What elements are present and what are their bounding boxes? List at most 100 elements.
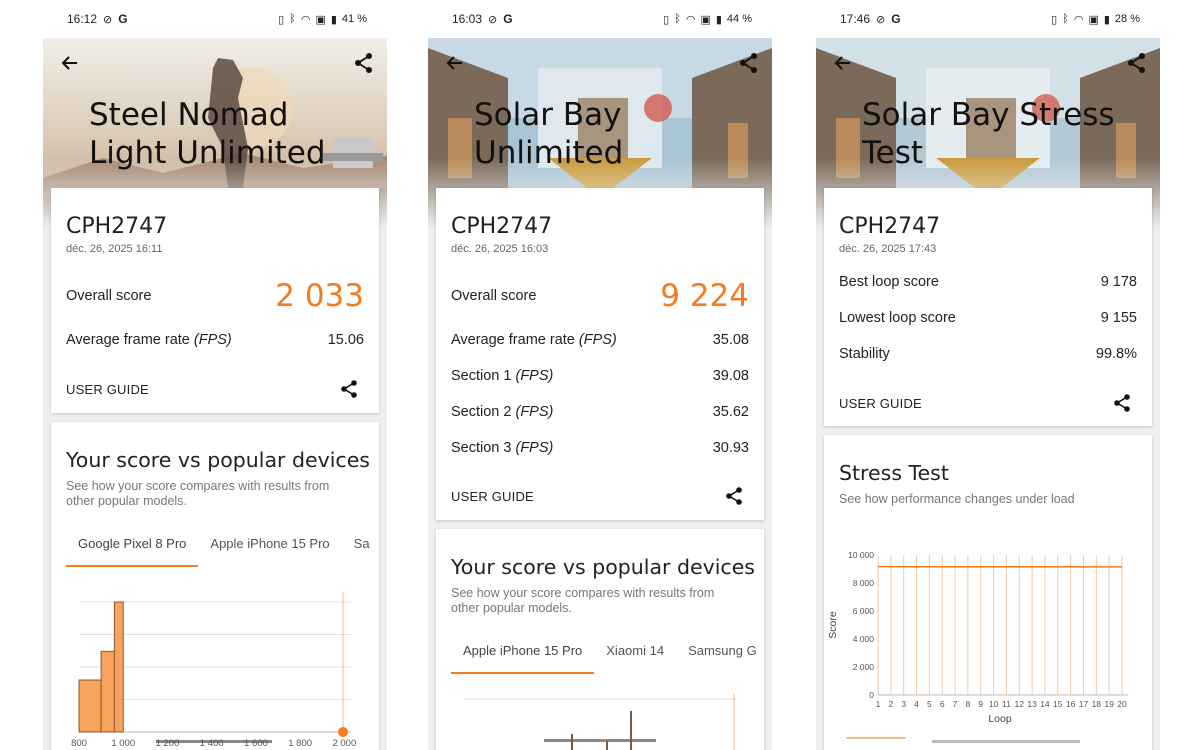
x-tick-label: 15	[1053, 699, 1063, 709]
bluetooth-icon: ᛒ	[289, 13, 296, 25]
stability-label: Stability	[839, 346, 890, 362]
tab-samsung[interactable]: Sa	[342, 536, 379, 567]
share-icon[interactable]	[339, 379, 359, 399]
battery-level: 28 %	[1114, 13, 1140, 25]
section-2-value: 35.62	[712, 404, 749, 420]
best-loop-row: Best loop score 9 178	[839, 274, 1137, 290]
bluetooth-icon: ᛒ	[1062, 13, 1069, 25]
y-tick-label: 10 000	[848, 550, 874, 560]
tab-samsung[interactable]: Samsung G	[676, 643, 764, 674]
x-tick-label: 17	[1079, 699, 1089, 709]
y-tick-label: 8 000	[853, 578, 875, 588]
tab-apple-iphone-15-pro[interactable]: Apple iPhone 15 Pro	[198, 536, 341, 567]
x-tick-label: 10	[989, 699, 999, 709]
sim-icon: ▣	[700, 13, 711, 26]
user-guide-link[interactable]: USER GUIDE	[66, 382, 149, 397]
fps-value: 15.06	[327, 332, 364, 348]
overall-score-label: Overall score	[451, 288, 537, 304]
wifi-icon: ◠	[685, 13, 696, 26]
x-tick-label: 1 200	[156, 738, 180, 749]
section-1-value: 39.08	[712, 368, 749, 384]
x-tick-label: 3	[901, 699, 906, 709]
section-2-label: Section 2	[451, 404, 512, 420]
battery-icon: ▮	[330, 13, 337, 26]
result-card: CPH2747 déc. 26, 2025 17:43 Best loop sc…	[824, 188, 1152, 426]
status-bar: 16:03 ⊘ G ▯ ᛒ ◠ ▣ ▮ 44 %	[428, 0, 772, 38]
stress-chart: 1 2 3 4 5 6 7 8 9 10 11 12 13 14 15 16 17 18 19 2002 0004 0…	[827, 550, 1128, 725]
tab-apple-iphone-15-pro[interactable]: Apple iPhone 15 Pro	[451, 643, 595, 674]
share-icon[interactable]	[724, 486, 744, 506]
lowest-loop-row: Lowest loop score 9 155	[839, 310, 1137, 326]
y-tick-label: 4 000	[853, 634, 875, 644]
section-2-unit: (FPS)	[515, 404, 554, 420]
y-tick-label: 2 000	[853, 662, 875, 672]
result-card: CPH2747 déc. 26, 2025 16:03 Overall scor…	[436, 188, 764, 520]
back-arrow-icon[interactable]	[59, 52, 81, 74]
google-icon: G	[503, 12, 513, 26]
lowest-loop-value: 9 155	[1100, 310, 1137, 326]
device-tabs: Apple iPhone 15 Pro Xiaomi 14 Samsung G	[451, 643, 764, 674]
your-score-marker	[338, 727, 348, 737]
x-tick-label: 7	[953, 699, 958, 709]
x-tick-label: 19	[1104, 699, 1114, 709]
device-bar	[571, 734, 573, 750]
compare-title: Your score vs popular devices	[66, 448, 370, 472]
share-icon[interactable]	[738, 52, 760, 74]
benchmark-title: Solar Bay Unlimited	[474, 97, 624, 171]
histogram-bar	[100, 650, 115, 733]
vibrate-icon: ▯	[663, 13, 670, 26]
x-tick-label: 800	[71, 738, 87, 749]
x-tick-label: 16	[1066, 699, 1076, 709]
section-3-value: 30.93	[712, 440, 749, 456]
share-icon[interactable]	[353, 52, 375, 74]
result-date: déc. 26, 2025 16:03	[451, 243, 549, 255]
share-icon[interactable]	[1126, 52, 1148, 74]
loop-chip	[846, 737, 906, 750]
phone-screen-solar-bay-stress: 17:46 ⊘ G ▯ ᛒ ◠ ▣ ▮ 28 % Solar Bay Stres…	[816, 0, 1160, 750]
device-name: CPH2747	[839, 214, 941, 239]
status-bar: 16:12 ⊘ G ▯ ᛒ ◠ ▣ ▮ 41 %	[43, 0, 387, 38]
check-circle-icon: ⊘	[876, 13, 886, 26]
user-guide-link[interactable]: USER GUIDE	[451, 489, 534, 504]
best-loop-label: Best loop score	[839, 274, 939, 290]
y-axis-label: Score	[827, 611, 839, 639]
vibrate-icon: ▯	[278, 13, 285, 26]
fps-row: Average frame rate (FPS) 35.08	[451, 332, 749, 348]
bluetooth-icon: ᛒ	[674, 13, 681, 25]
section-3-unit: (FPS)	[515, 440, 554, 456]
benchmark-title: Steel Nomad Light Unlimited	[89, 97, 326, 171]
fps-label: Average frame rate	[66, 332, 190, 348]
tab-google-pixel-8-pro[interactable]: Google Pixel 8 Pro	[66, 536, 199, 567]
histogram-bar	[78, 679, 102, 733]
back-arrow-icon[interactable]	[444, 52, 466, 74]
phone-screen-steel-nomad: 16:12 ⊘ G ▯ ᛒ ◠ ▣ ▮ 41 % Steel Nomad Lig…	[43, 0, 387, 750]
section-1-unit: (FPS)	[515, 368, 554, 384]
fps-unit: (FPS)	[578, 332, 617, 348]
back-arrow-icon[interactable]	[832, 52, 854, 74]
compare-subtitle: See how your score compares with results…	[66, 479, 330, 508]
x-tick-label: 12	[1015, 699, 1025, 709]
google-icon: G	[891, 12, 901, 26]
x-tick-label: 8	[966, 699, 971, 709]
x-tick-label: 4	[914, 699, 919, 709]
result-date: déc. 26, 2025 16:11	[66, 243, 163, 255]
benchmark-title: Solar Bay Stress Test	[862, 97, 1115, 171]
x-tick-label: 2	[888, 699, 893, 709]
sim-icon: ▣	[315, 13, 326, 26]
y-tick-label: 6 000	[853, 606, 875, 616]
wifi-icon: ◠	[1073, 13, 1084, 26]
share-icon[interactable]	[1112, 393, 1132, 413]
fps-label: Average frame rate	[451, 332, 575, 348]
horizontal-scrollbar[interactable]	[932, 740, 1080, 743]
histogram-bar	[113, 601, 124, 733]
tab-xiaomi-14[interactable]: Xiaomi 14	[594, 643, 676, 674]
x-tick-label: 20	[1117, 699, 1127, 709]
status-time: 16:12	[67, 12, 98, 26]
compare-card: Your score vs popular devices See how yo…	[436, 529, 764, 750]
user-guide-link[interactable]: USER GUIDE	[839, 396, 922, 411]
y-tick-label: 0	[869, 690, 874, 700]
x-tick-label: 1 800	[288, 738, 312, 749]
x-tick-label: 6	[940, 699, 945, 709]
x-tick-label: 11	[1002, 699, 1011, 709]
fps-unit: (FPS)	[193, 332, 232, 348]
